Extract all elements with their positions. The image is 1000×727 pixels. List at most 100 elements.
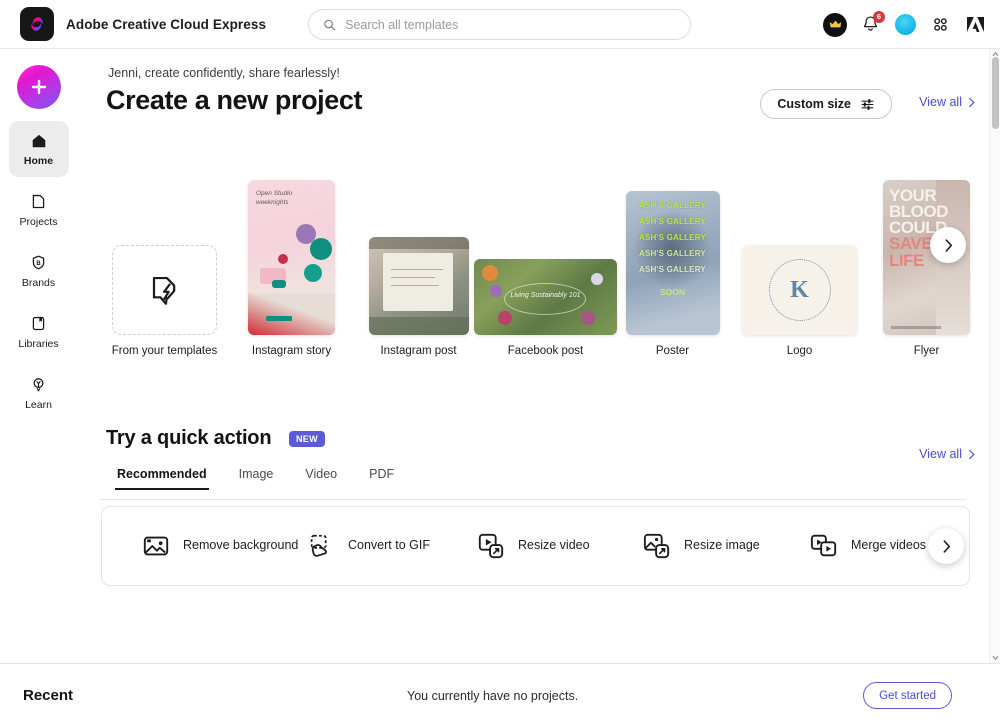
convert-to-gif-icon	[306, 531, 336, 561]
avatar[interactable]	[895, 14, 916, 35]
template-thumb	[368, 237, 469, 335]
template-card-flyer[interactable]: YOUR BLOOD COULD SAVE A LIFE Flyer	[863, 180, 990, 357]
main-content: Jenni, create confidently, share fearles…	[77, 49, 990, 663]
scrollbar-thumb[interactable]	[992, 57, 999, 129]
chevron-right-icon	[945, 238, 952, 252]
scroll-down-arrow[interactable]	[990, 653, 1000, 663]
template-label: From your templates	[111, 345, 218, 357]
template-thumb: Living Sustainably 101	[474, 259, 617, 335]
search-input[interactable]	[345, 17, 676, 32]
template-thumb: ASH'S GALLERY ASH'S GALLERY ASH'S GALLER…	[625, 191, 720, 335]
learn-bulb-icon	[29, 375, 48, 394]
brand[interactable]: Adobe Creative Cloud Express	[20, 7, 266, 41]
template-thumb	[112, 245, 217, 335]
home-icon	[29, 131, 48, 150]
creative-cloud-express-logo-icon	[20, 7, 54, 41]
recent-title: Recent	[23, 687, 74, 704]
sidebar-item-learn[interactable]: Learn	[9, 365, 69, 421]
resize-video-icon	[476, 531, 506, 561]
poster-overlay: ASH'S GALLERY ASH'S GALLERY ASH'S GALLER…	[626, 191, 720, 335]
top-bar: Adobe Creative Cloud Express Search all …	[0, 0, 1000, 49]
sidebar-label-home: Home	[23, 155, 54, 167]
search-box[interactable]	[308, 9, 691, 40]
custom-size-label: Custom size	[777, 97, 851, 111]
quick-action-tabs-divider	[101, 499, 966, 500]
quick-action-remove-background[interactable]: Remove background	[141, 531, 306, 561]
quick-action-label: Convert to GIF	[348, 538, 430, 553]
quick-action-label: Remove background	[183, 538, 299, 553]
new-badge: NEW	[289, 431, 325, 447]
tab-recommended[interactable]: Recommended	[101, 467, 223, 490]
chevron-right-icon	[969, 449, 975, 459]
notifications-button[interactable]: 6	[861, 10, 885, 36]
poster-line: ASH'S GALLERY	[639, 233, 706, 242]
sidebar-item-projects[interactable]: Projects	[9, 182, 69, 238]
template-card-poster[interactable]: ASH'S GALLERY ASH'S GALLERY ASH'S GALLER…	[609, 191, 736, 357]
quick-action-label: Resize video	[518, 538, 590, 553]
sidebar-item-libraries[interactable]: Libraries	[9, 304, 69, 360]
logo-monogram: K	[790, 276, 809, 303]
quick-action-label: Resize image	[684, 538, 760, 553]
template-label: Facebook post	[507, 345, 584, 357]
brand-name: Adobe Creative Cloud Express	[66, 16, 267, 32]
chevron-right-icon	[943, 539, 950, 553]
notification-badge: 6	[873, 10, 885, 23]
quick-action-tabs: Recommended Image Video PDF	[101, 467, 410, 490]
tab-pdf[interactable]: PDF	[353, 467, 410, 490]
sliders-icon	[861, 98, 874, 110]
sidebar-label-projects: Projects	[19, 216, 58, 228]
page-scrollbar[interactable]	[989, 49, 1000, 663]
projects-icon	[29, 192, 48, 211]
remove-background-icon	[141, 531, 171, 561]
template-carousel: From your templates Open Studio weeknight…	[101, 167, 990, 357]
apps-grid-button[interactable]	[930, 15, 950, 35]
page-title: Create a new project	[106, 85, 363, 115]
chevron-right-icon	[969, 97, 975, 107]
quick-action-resize-image[interactable]: Resize image	[642, 531, 809, 561]
poster-footer: SOON	[659, 287, 686, 297]
sidebar-item-brands[interactable]: B Brands	[9, 243, 69, 299]
view-all-quick-actions-link[interactable]: View all	[919, 447, 976, 461]
recent-bar: Recent You currently have no projects. G…	[0, 663, 1000, 727]
merge-videos-icon	[809, 531, 839, 561]
poster-line: ASH'S GALLERY	[639, 249, 706, 258]
quick-actions-next-button[interactable]	[928, 528, 964, 564]
template-thumb: Open Studio weeknights	[248, 180, 335, 335]
template-card-from-your-templates[interactable]: From your templates	[101, 245, 228, 357]
template-card-logo[interactable]: K Logo	[736, 245, 863, 357]
brands-shield-icon: B	[29, 253, 48, 272]
templates-next-button[interactable]	[930, 227, 966, 263]
crown-icon	[829, 20, 841, 28]
template-label: Flyer	[913, 345, 940, 357]
sidebar: Home Projects B Brands Libraries Learn	[0, 49, 77, 727]
adobe-button[interactable]	[964, 15, 986, 35]
libraries-icon	[29, 314, 48, 333]
template-label: Instagram story	[251, 345, 332, 357]
template-card-instagram-post[interactable]: Instagram post	[355, 237, 482, 357]
view-all-label: View all	[919, 95, 962, 109]
template-spark-icon	[152, 276, 175, 305]
poster-line: ASH'S GALLERY	[639, 265, 706, 274]
logo-ring: K	[768, 259, 831, 321]
app-root: Adobe Creative Cloud Express Search all …	[0, 0, 1000, 727]
search-container	[308, 9, 691, 40]
template-card-facebook-post[interactable]: Living Sustainably 101 Facebook post	[474, 259, 617, 357]
view-all-templates-link[interactable]: View all	[919, 95, 976, 109]
create-new-button[interactable]	[16, 65, 61, 109]
premium-crown-button[interactable]	[823, 12, 847, 37]
svg-text:B: B	[36, 261, 41, 267]
quick-action-resize-video[interactable]: Resize video	[476, 531, 642, 561]
sidebar-label-brands: Brands	[21, 277, 56, 289]
template-card-instagram-story[interactable]: Open Studio weeknights Instagram story	[228, 180, 355, 357]
get-started-button[interactable]: Get started	[863, 682, 952, 709]
recent-empty-message: You currently have no projects.	[407, 688, 579, 703]
top-bar-actions: 6	[823, 0, 986, 49]
tab-image[interactable]: Image	[223, 467, 290, 490]
adobe-logo-icon	[966, 16, 984, 33]
custom-size-button[interactable]: Custom size	[760, 89, 892, 119]
quick-action-label: Merge videos	[851, 538, 927, 553]
quick-action-convert-to-gif[interactable]: Convert to GIF	[306, 531, 476, 561]
sidebar-item-home[interactable]: Home	[8, 121, 69, 177]
tab-video[interactable]: Video	[289, 467, 353, 490]
quick-action-panel: Remove background Convert to GIF Resize …	[101, 506, 970, 586]
